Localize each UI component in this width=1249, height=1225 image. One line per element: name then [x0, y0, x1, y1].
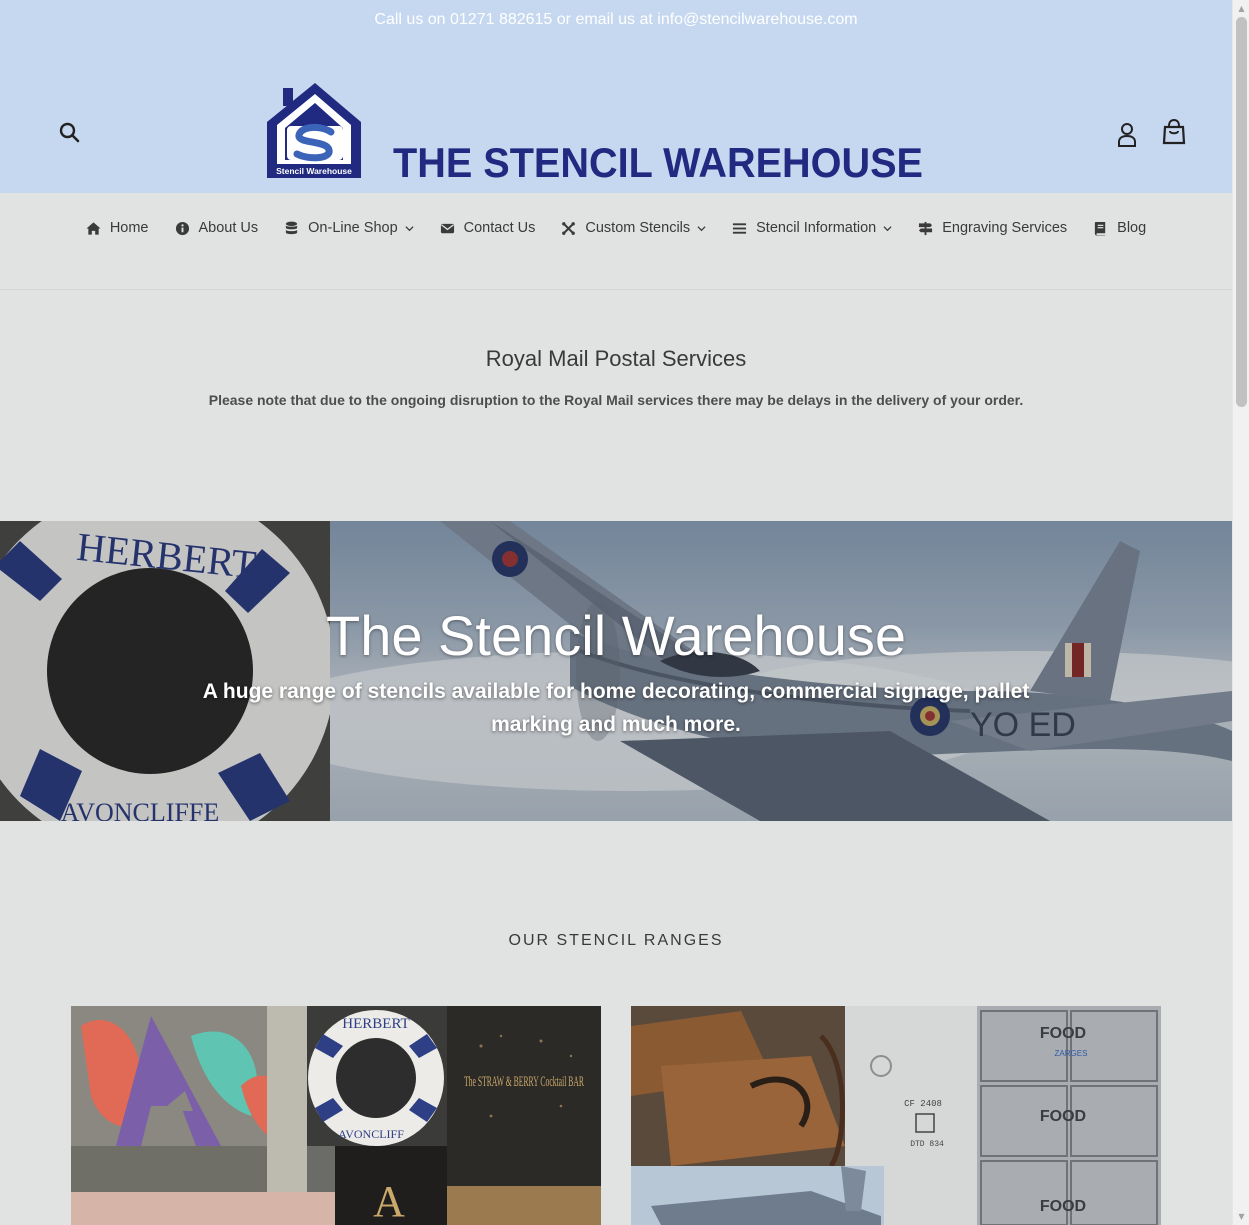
user-icon: [1118, 123, 1136, 147]
notice-text: Please note that due to the ongoing disr…: [208, 392, 1024, 408]
chevron-down-icon: [697, 225, 706, 231]
nav-item-blog[interactable]: Blog: [1080, 193, 1159, 263]
card2-text-food-3: FOOD: [1040, 1198, 1086, 1215]
card2-text-cf: CF 2408: [904, 1099, 942, 1109]
info-circle-icon: [175, 221, 189, 235]
account-button[interactable]: [1114, 120, 1140, 148]
list-icon: [733, 222, 747, 234]
signpost-icon: [919, 221, 933, 235]
page-scrollbar[interactable]: ▲ ▼: [1232, 0, 1249, 1225]
hero-overlay: [0, 521, 1232, 821]
home-icon: [86, 221, 101, 235]
range-card-image: HERBERT AVONCLIFF The STRAW & BERRY Cock…: [71, 1006, 601, 1225]
scroll-up-arrow-icon[interactable]: ▲: [1233, 0, 1249, 17]
range-card-home-decor[interactable]: HERBERT AVONCLIFF The STRAW & BERRY Cock…: [71, 1006, 601, 1225]
nav-label-stencil-information: Stencil Information: [756, 220, 877, 236]
search-button[interactable]: [57, 120, 83, 146]
nav-item-about-us[interactable]: About Us: [162, 193, 272, 263]
nav-label-custom-stencils: Custom Stencils: [585, 220, 691, 236]
card2-text-dtd: DTD 834: [910, 1140, 944, 1149]
shopping-bag-icon: [1162, 118, 1186, 145]
logo-graphic: Stencil Warehouse THE STENCIL WAREHOUSE: [267, 83, 923, 186]
logo-badge-text: Stencil Warehouse: [276, 166, 352, 176]
nav-item-engraving-services[interactable]: Engraving Services: [905, 193, 1080, 263]
joomla-icon: [562, 221, 576, 235]
nav-label-contact-us: Contact Us: [463, 220, 536, 236]
nav-label-online-shop: On-Line Shop: [308, 220, 398, 236]
database-icon: [286, 221, 298, 234]
nav-label-blog: Blog: [1117, 220, 1147, 236]
chevron-down-icon: [405, 225, 414, 231]
card1-text-ace: A: [373, 1177, 405, 1225]
main-navigation: Home About Us On-Line Shop Contact Us Cu…: [0, 193, 1232, 290]
notice-title: Royal Mail Postal Services: [485, 346, 747, 371]
scroll-down-arrow-icon[interactable]: ▼: [1233, 1208, 1249, 1225]
nav-label-engraving-services: Engraving Services: [942, 220, 1068, 236]
nav-item-home[interactable]: Home: [73, 193, 162, 263]
nav-item-online-shop[interactable]: On-Line Shop: [271, 193, 426, 263]
hero-banner: HERBERT AVONCLIFFE YO ED The Stencil War…: [0, 521, 1232, 821]
hero-subtitle: A huge range of stencils available for h…: [202, 680, 1030, 736]
site-logo[interactable]: Stencil Warehouse THE STENCIL WAREHOUSE: [265, 82, 925, 186]
site-header: Call us on 01271 882615 or email us at i…: [0, 0, 1232, 193]
hero-title: The Stencil Warehouse: [326, 604, 906, 667]
nav-label-home: Home: [109, 220, 149, 236]
logo-wordmark: THE STENCIL WAREHOUSE: [393, 139, 923, 182]
envelope-icon: [440, 223, 454, 233]
search-icon: [59, 122, 80, 143]
card1-text-herbert: HERBERT: [342, 1016, 409, 1032]
stencil-ranges-title: OUR STENCIL RANGES: [508, 932, 724, 949]
page: Call us on 01271 882615 or email us at i…: [0, 0, 1232, 1225]
card1-text-straw-berry: The STRAW & BERRY Cocktail BAR: [464, 1074, 584, 1090]
card1-text-avoncliff: AVONCLIFF: [338, 1127, 404, 1141]
nav-item-custom-stencils[interactable]: Custom Stencils: [548, 193, 719, 263]
announcement-bar[interactable]: Call us on 01271 882615 or email us at i…: [0, 11, 1232, 29]
card2-text-food-2: FOOD: [1040, 1108, 1086, 1125]
chevron-down-icon: [883, 225, 892, 231]
nav-item-contact-us[interactable]: Contact Us: [427, 193, 549, 263]
cart-button[interactable]: [1160, 118, 1188, 146]
book-icon: [1095, 221, 1106, 236]
scroll-thumb[interactable]: [1236, 17, 1247, 407]
range-card-commercial[interactable]: CF 2408 DTD 834 FOOD FOOD FOOD ZARGES: [631, 1006, 1161, 1225]
nav-label-about-us: About Us: [198, 220, 259, 236]
card2-text-zarges: ZARGES: [1055, 1049, 1088, 1058]
card2-text-food: FOOD: [1040, 1025, 1086, 1042]
nav-item-stencil-information[interactable]: Stencil Information: [719, 193, 905, 263]
range-card-image: CF 2408 DTD 834 FOOD FOOD FOOD ZARGES: [631, 1006, 1161, 1225]
